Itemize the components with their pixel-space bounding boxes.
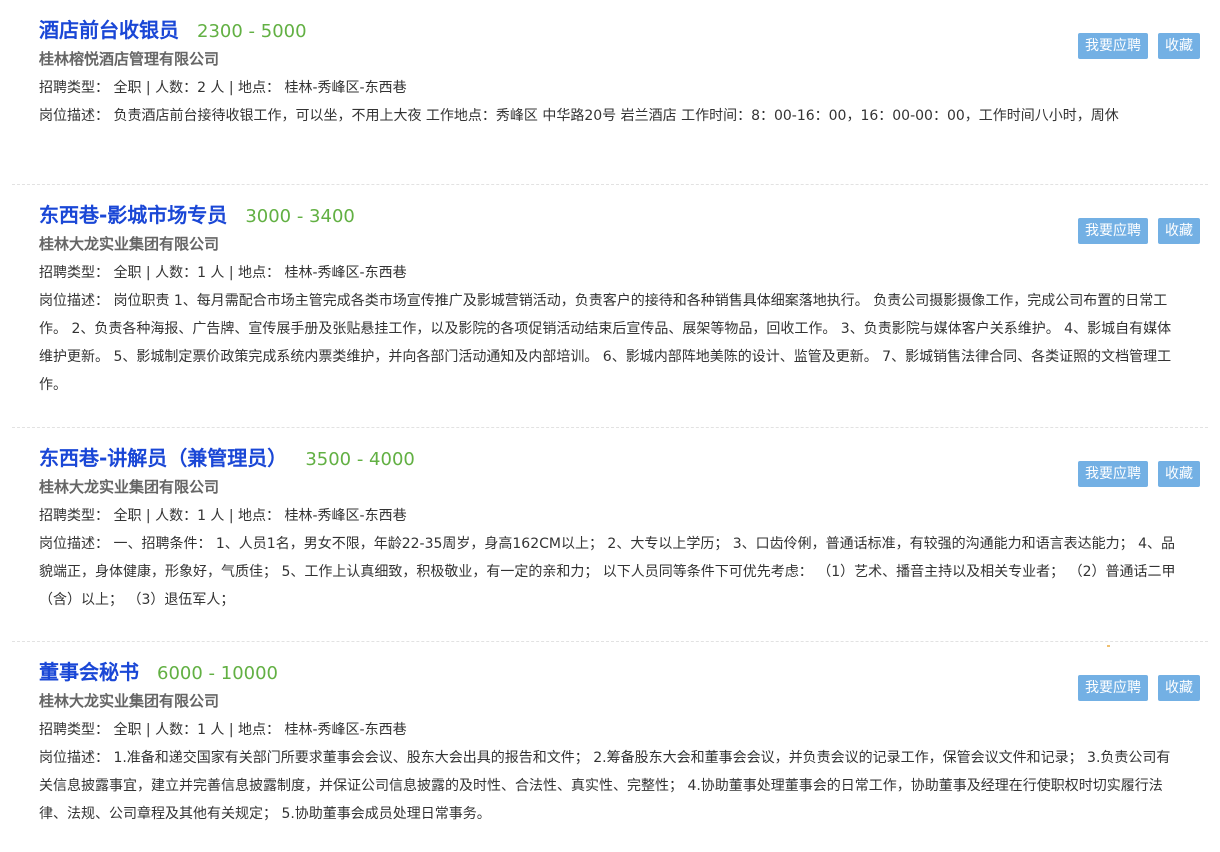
job-meta: 招聘类型： 全职 | 人数：1 人 | 地点： 桂林-秀峰区-东西巷 — [39, 508, 407, 524]
job-card: 东西巷-影城市场专员 3000 - 3400 桂林大龙实业集团有限公司 招聘类型… — [12, 185, 1208, 428]
favorite-button[interactable]: 收藏 — [1158, 33, 1200, 59]
apply-button[interactable]: 我要应聘 — [1078, 675, 1148, 701]
apply-button[interactable]: 我要应聘 — [1078, 33, 1148, 59]
apply-button[interactable]: 我要应聘 — [1078, 218, 1148, 244]
job-card: 董事会秘书 6000 - 10000 桂林大龙实业集团有限公司 招聘类型： 全职… — [12, 642, 1208, 852]
favorite-button[interactable]: 收藏 — [1158, 218, 1200, 244]
decorative-dot — [1107, 645, 1110, 647]
favorite-button[interactable]: 收藏 — [1158, 675, 1200, 701]
job-salary: 3000 - 3400 — [245, 206, 355, 227]
job-title-link[interactable]: 东西巷-讲解员（兼管理员） — [39, 442, 287, 471]
company-name: 桂林大龙实业集团有限公司 — [39, 478, 220, 496]
job-title-link[interactable]: 东西巷-影城市场专员 — [39, 199, 227, 228]
company-name: 桂林大龙实业集团有限公司 — [39, 235, 220, 253]
company-name: 桂林大龙实业集团有限公司 — [39, 692, 220, 710]
job-salary: 3500 - 4000 — [305, 449, 415, 470]
job-salary: 6000 - 10000 — [157, 663, 279, 684]
job-salary: 2300 - 5000 — [197, 21, 307, 42]
favorite-button[interactable]: 收藏 — [1158, 461, 1200, 487]
company-name: 桂林榕悦酒店管理有限公司 — [39, 50, 220, 68]
job-card: 酒店前台收银员 2300 - 5000 桂林榕悦酒店管理有限公司 招聘类型： 全… — [12, 0, 1208, 185]
apply-button[interactable]: 我要应聘 — [1078, 461, 1148, 487]
job-meta: 招聘类型： 全职 | 人数：2 人 | 地点： 桂林-秀峰区-东西巷 — [39, 80, 407, 96]
job-description: 岗位描述： 负责酒店前台接待收银工作，可以坐，不用上大夜 工作地点：秀峰区 中华… — [39, 108, 1119, 124]
job-list: 酒店前台收银员 2300 - 5000 桂林榕悦酒店管理有限公司 招聘类型： 全… — [0, 0, 1220, 852]
job-description: 岗位描述： 一、招聘条件： 1、人员1名，男女不限，年龄22-35周岁，身高16… — [39, 536, 1176, 608]
job-meta: 招聘类型： 全职 | 人数：1 人 | 地点： 桂林-秀峰区-东西巷 — [39, 265, 407, 281]
job-description: 岗位描述： 1.准备和递交国家有关部门所要求董事会会议、股东大会出具的报告和文件… — [39, 750, 1171, 822]
job-title-link[interactable]: 酒店前台收银员 — [39, 14, 179, 43]
job-card: 东西巷-讲解员（兼管理员） 3500 - 4000 桂林大龙实业集团有限公司 招… — [12, 428, 1208, 642]
job-title-link[interactable]: 董事会秘书 — [39, 656, 139, 685]
job-description: 岗位描述： 岗位职责 1、每月需配合市场主管完成各类市场宣传推广及影城营销活动，… — [39, 293, 1172, 393]
job-meta: 招聘类型： 全职 | 人数：1 人 | 地点： 桂林-秀峰区-东西巷 — [39, 722, 407, 738]
